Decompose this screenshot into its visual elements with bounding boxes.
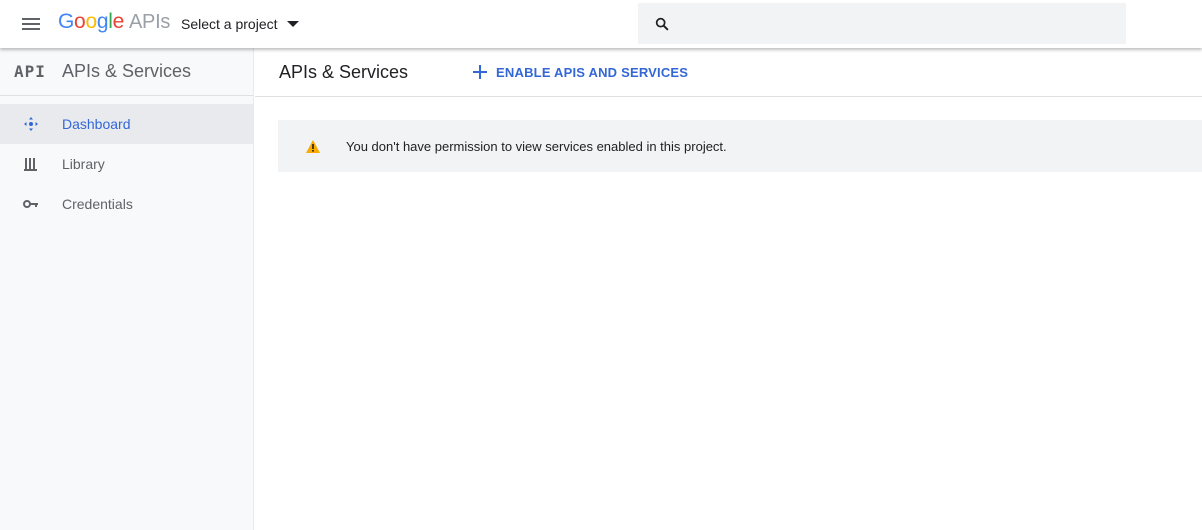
sidebar-item-dashboard[interactable]: Dashboard (0, 104, 253, 144)
dashboard-icon (22, 115, 40, 133)
enable-apis-button-label: ENABLE APIS AND SERVICES (496, 64, 689, 80)
search-bar[interactable] (638, 3, 1126, 44)
enable-apis-button[interactable]: ENABLE APIS AND SERVICES (472, 64, 688, 80)
sidebar-item-credentials[interactable]: Credentials (0, 184, 253, 224)
project-selector[interactable]: Select a project (181, 14, 299, 34)
search-input[interactable] (682, 11, 1112, 37)
sidebar-item-library[interactable]: Library (0, 144, 253, 184)
google-wordmark: Google (58, 10, 124, 33)
sidebar-item-label: Dashboard (62, 116, 131, 132)
main-content: APIs & Services ENABLE APIS AND SERVICES… (255, 48, 1202, 530)
key-icon (22, 195, 40, 213)
top-app-bar: Google APIs Select a project (0, 0, 1202, 48)
hamburger-menu-icon[interactable] (16, 10, 46, 38)
caret-down-icon (286, 21, 299, 27)
sidebar-nav: Dashboard Library Credentials (0, 96, 253, 224)
sidebar-item-label: Credentials (62, 196, 133, 212)
page-title: APIs & Services (279, 61, 409, 82)
main-header: APIs & Services ENABLE APIS AND SERVICES (255, 48, 1202, 97)
plus-icon (473, 65, 488, 79)
sidebar-title: APIs & Services (62, 61, 192, 81)
api-badge-icon: API (14, 62, 46, 81)
alert-message: You don't have permission to view servic… (346, 138, 727, 154)
warning-icon (306, 139, 320, 153)
library-icon (22, 155, 40, 173)
google-apis-logo[interactable]: Google APIs (58, 10, 170, 36)
sidebar: API APIs & Services Dashboard Library Cr… (0, 48, 254, 530)
sidebar-item-label: Library (62, 156, 105, 172)
sidebar-header: API APIs & Services (0, 48, 253, 96)
apis-wordmark: APIs (128, 11, 171, 33)
project-selector-label: Select a project (181, 16, 278, 32)
search-icon[interactable] (654, 16, 670, 32)
permission-alert: You don't have permission to view servic… (278, 120, 1202, 172)
